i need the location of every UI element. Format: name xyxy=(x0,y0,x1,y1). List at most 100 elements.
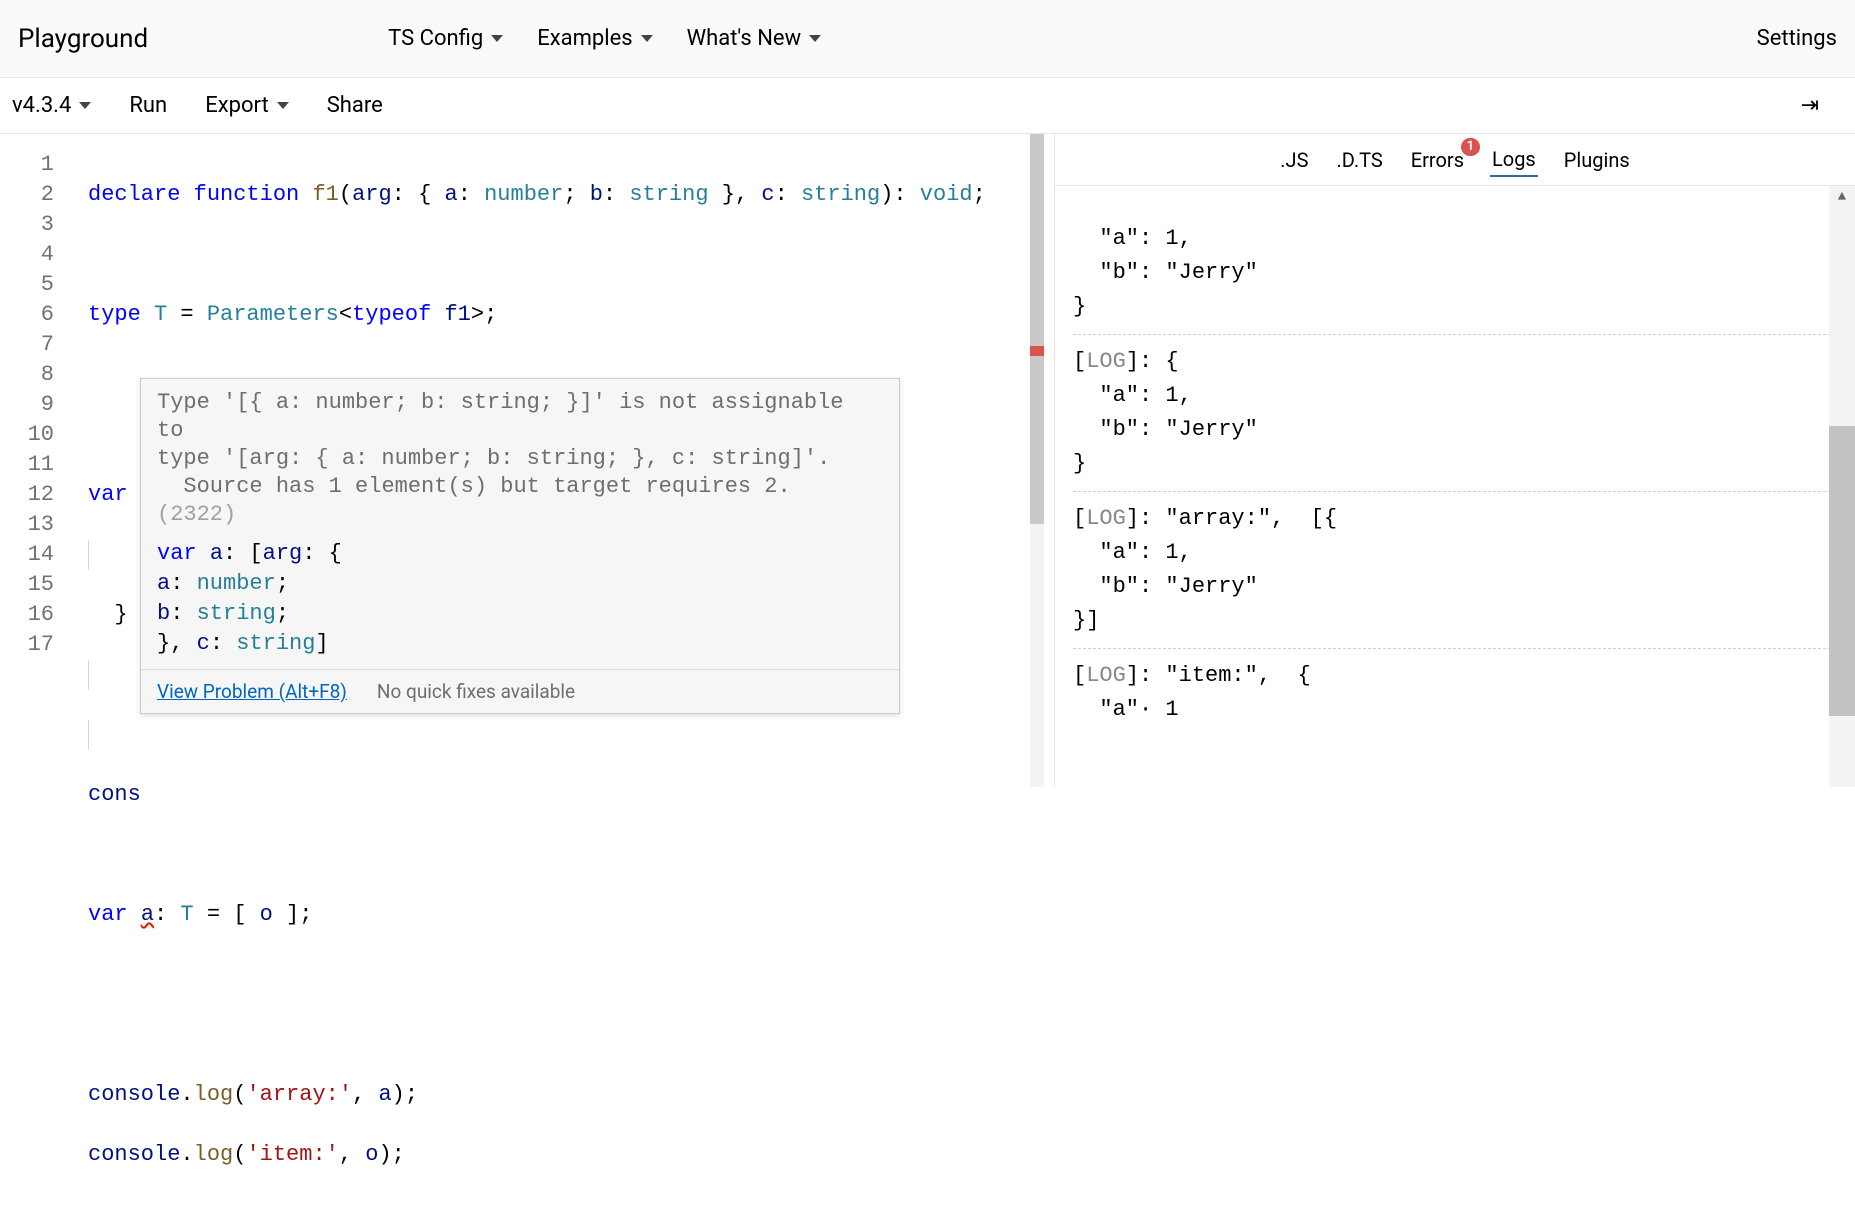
line-number: 5 xyxy=(0,270,54,300)
log-label: LOG xyxy=(1086,506,1126,531)
output-tabs: .JS .D.TS Errors 1 Logs Plugins xyxy=(1055,134,1855,186)
settings-link[interactable]: Settings xyxy=(1757,26,1837,51)
type-number: number xyxy=(484,182,563,207)
id-f1: f1 xyxy=(444,302,470,327)
tab-logs[interactable]: Logs xyxy=(1490,143,1538,177)
log-line: "b": "Jerry" xyxy=(1073,260,1258,285)
type-parameters: Parameters xyxy=(207,302,339,327)
msg-line: Source has 1 element(s) but target requi… xyxy=(157,474,804,499)
version-select[interactable]: v4.3.4 xyxy=(12,93,91,118)
type-number: number xyxy=(197,571,276,596)
kw-var: var xyxy=(88,482,128,507)
log-line: } xyxy=(1073,294,1086,319)
log-line: "a"· 1 xyxy=(1073,697,1179,722)
log-entry: "a": 1, "b": "Jerry" } xyxy=(1073,186,1841,334)
tab-js[interactable]: .JS xyxy=(1278,144,1310,176)
param-arg: arg xyxy=(352,182,392,207)
line-number: 7 xyxy=(0,330,54,360)
line-number: 11 xyxy=(0,450,54,480)
type-t: T xyxy=(180,902,193,927)
line-number: 4 xyxy=(0,240,54,270)
prop-b: b xyxy=(157,601,170,626)
id-cons: cons xyxy=(88,782,141,807)
menu-examples[interactable]: Examples xyxy=(537,26,652,51)
tab-errors-label: Errors xyxy=(1411,148,1464,172)
param-c: c xyxy=(761,182,774,207)
export-button[interactable]: Export xyxy=(205,93,289,118)
line-number: 17 xyxy=(0,630,54,660)
page-title: Playground xyxy=(18,24,148,54)
log-entry: [LOG]: { "a": 1, "b": "Jerry" } xyxy=(1073,334,1841,491)
chevron-down-icon xyxy=(277,102,289,109)
tab-errors[interactable]: Errors 1 xyxy=(1409,144,1466,176)
kw-var: var xyxy=(88,902,128,927)
minimap-error-marker[interactable] xyxy=(1030,346,1044,356)
prop-a: a xyxy=(157,571,170,596)
log-head: "item:", { xyxy=(1152,663,1310,688)
hover-footer: View Problem (Alt+F8) No quick fixes ava… xyxy=(141,669,899,713)
id-a: a xyxy=(210,541,223,566)
scroll-up-icon[interactable]: ▲ xyxy=(1829,186,1855,208)
move-right-icon[interactable]: ⇥ xyxy=(1801,93,1843,118)
msg-line: Type '[{ a: number; b: string; }]' is no… xyxy=(157,390,857,443)
log-line: }] xyxy=(1073,608,1099,633)
menu-whats-new-label: What's New xyxy=(687,26,802,51)
menu-whats-new[interactable]: What's New xyxy=(687,26,822,51)
id-o: o xyxy=(365,1142,378,1167)
top-menu: TS Config Examples What's New xyxy=(388,26,821,51)
type-t: T xyxy=(154,302,167,327)
export-label: Export xyxy=(205,93,269,118)
minimap-thumb[interactable] xyxy=(1030,134,1044,524)
var-a-error[interactable]: a xyxy=(141,902,154,927)
log-label: LOG xyxy=(1086,663,1126,688)
side-panel: .JS .D.TS Errors 1 Logs Plugins "a": 1, … xyxy=(1055,134,1855,787)
id-o: o xyxy=(260,902,273,927)
hover-fix-hint: No quick fixes available xyxy=(377,680,575,703)
line-number: 13 xyxy=(0,510,54,540)
line-gutter: 1 2 3 4 5 6 7 8 9 10 11 12 13 14 15 16 1… xyxy=(0,134,70,660)
chevron-down-icon xyxy=(809,35,821,42)
main-area: 1 2 3 4 5 6 7 8 9 10 11 12 13 14 15 16 1… xyxy=(0,134,1855,787)
type-void: void xyxy=(920,182,973,207)
line-number: 8 xyxy=(0,360,54,390)
line-number: 15 xyxy=(0,570,54,600)
code-editor[interactable]: 1 2 3 4 5 6 7 8 9 10 11 12 13 14 15 16 1… xyxy=(0,134,1055,787)
version-label: v4.3.4 xyxy=(12,93,71,118)
log-head: { xyxy=(1152,349,1178,374)
scrollbar-thumb[interactable] xyxy=(1829,426,1855,716)
log-line: "b": "Jerry" xyxy=(1073,574,1258,599)
log-label: LOG xyxy=(1086,349,1126,374)
type-string: string xyxy=(629,182,708,207)
hover-type-signature: var a: [arg: { a: number; b: string; }, … xyxy=(141,535,899,669)
minimap[interactable] xyxy=(1030,134,1044,787)
line-number: 10 xyxy=(0,420,54,450)
log-head: "array:", [{ xyxy=(1152,506,1337,531)
menu-examples-label: Examples xyxy=(537,26,632,51)
type-string: string xyxy=(236,631,315,656)
chevron-down-icon xyxy=(491,35,503,42)
param-arg: arg xyxy=(263,541,303,566)
logs-output[interactable]: "a": 1, "b": "Jerry" } [LOG]: { "a": 1, … xyxy=(1055,186,1855,787)
type-string: string xyxy=(801,182,880,207)
run-button[interactable]: Run xyxy=(129,93,167,118)
top-bar: Playground TS Config Examples What's New… xyxy=(0,0,1855,78)
share-button[interactable]: Share xyxy=(327,93,383,118)
id-console: console xyxy=(88,1082,180,1107)
fn-log: log xyxy=(194,1142,234,1167)
view-problem-link[interactable]: View Problem (Alt+F8) xyxy=(157,680,347,703)
fn-name: f1 xyxy=(312,182,338,207)
scrollbar-vertical[interactable]: ▲ xyxy=(1829,186,1855,787)
tab-plugins[interactable]: Plugins xyxy=(1562,144,1632,176)
tab-dts[interactable]: .D.TS xyxy=(1334,144,1384,176)
log-line: "a": 1, xyxy=(1073,383,1192,408)
log-entry: [LOG]: "item:", { "a"· 1 xyxy=(1073,648,1841,737)
kw-type: type xyxy=(88,302,141,327)
line-number: 9 xyxy=(0,390,54,420)
menu-ts-config[interactable]: TS Config xyxy=(388,26,503,51)
line-number: 6 xyxy=(0,300,54,330)
sub-bar: v4.3.4 Run Export Share ⇥ xyxy=(0,78,1855,134)
error-code: (2322) xyxy=(157,502,236,527)
prop-b: b xyxy=(590,182,603,207)
msg-line: type '[arg: { a: number; b: string; }, c… xyxy=(157,446,830,471)
errors-badge: 1 xyxy=(1461,138,1480,156)
